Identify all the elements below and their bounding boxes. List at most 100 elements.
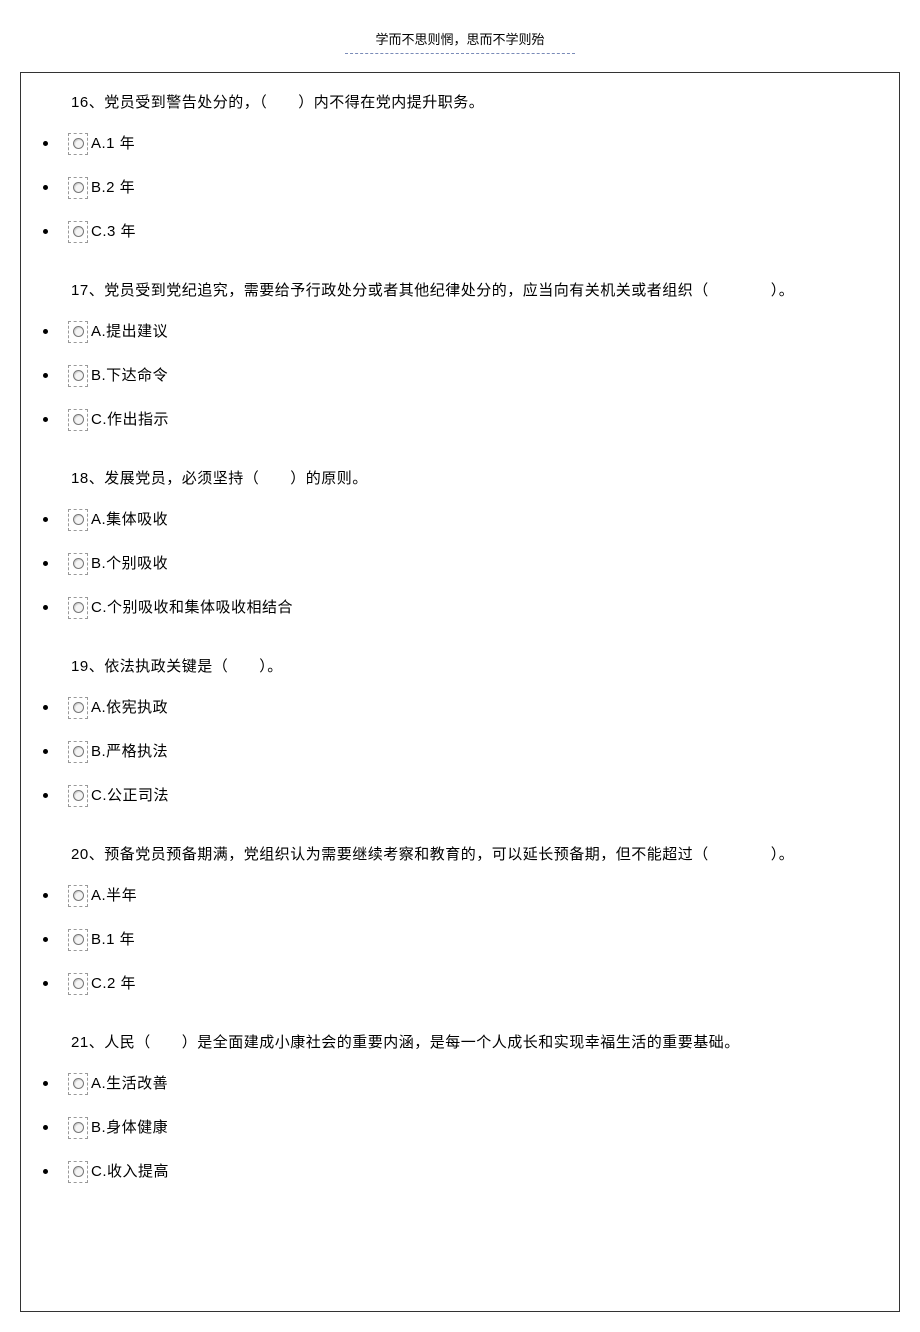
- question-17-option-c: C.作出指示: [21, 405, 899, 435]
- question-number: 19: [71, 658, 89, 675]
- radio-q19-b[interactable]: [68, 741, 88, 763]
- option-label: C.个别吸收和集体吸收相结合: [91, 596, 293, 620]
- radio-q18-c[interactable]: [68, 597, 88, 619]
- radio-q21-b[interactable]: [68, 1117, 88, 1139]
- question-18-option-c: C.个别吸收和集体吸收相结合: [21, 593, 899, 623]
- radio-q19-a[interactable]: [68, 697, 88, 719]
- question-21-text: 21、人民（ ）是全面建成小康社会的重要内涵，是每一个人成长和实现幸福生活的重要…: [21, 1013, 899, 1069]
- question-body: 人民（ ）是全面建成小康社会的重要内涵，是每一个人成长和实现幸福生活的重要基础。: [104, 1034, 740, 1051]
- option-label: C.2 年: [91, 972, 136, 996]
- separator: 、: [89, 282, 105, 299]
- radio-q19-c[interactable]: [68, 785, 88, 807]
- question-number: 20: [71, 846, 89, 863]
- bullet-icon: [43, 517, 48, 522]
- question-16-text: 16、党员受到警告处分的，（ ）内不得在党内提升职务。: [21, 73, 899, 129]
- radio-circle-icon: [73, 414, 84, 425]
- radio-circle-icon: [73, 1122, 84, 1133]
- option-label: B.严格执法: [91, 740, 168, 764]
- radio-circle-icon: [73, 702, 84, 713]
- bullet-icon: [43, 749, 48, 754]
- radio-q20-c[interactable]: [68, 973, 88, 995]
- bullet-icon: [43, 981, 48, 986]
- bullet-icon: [43, 329, 48, 334]
- radio-circle-icon: [73, 370, 84, 381]
- question-17-option-b: B.下达命令: [21, 361, 899, 391]
- radio-q16-c[interactable]: [68, 221, 88, 243]
- radio-circle-icon: [73, 1078, 84, 1089]
- radio-circle-icon: [73, 790, 84, 801]
- radio-q21-c[interactable]: [68, 1161, 88, 1183]
- radio-circle-icon: [73, 602, 84, 613]
- option-label: A.半年: [91, 884, 137, 908]
- option-label: A.1 年: [91, 132, 135, 156]
- option-label: A.提出建议: [91, 320, 168, 344]
- page-border: 16、党员受到警告处分的，（ ）内不得在党内提升职务。 A.1 年 B.2 年 …: [20, 72, 900, 1312]
- question-21-option-b: B.身体健康: [21, 1113, 899, 1143]
- radio-q16-b[interactable]: [68, 177, 88, 199]
- radio-q17-c[interactable]: [68, 409, 88, 431]
- radio-q17-b[interactable]: [68, 365, 88, 387]
- bullet-icon: [43, 185, 48, 190]
- question-16-option-b: B.2 年: [21, 173, 899, 203]
- radio-q18-b[interactable]: [68, 553, 88, 575]
- separator: 、: [89, 470, 105, 487]
- question-18-option-a: A.集体吸收: [21, 505, 899, 535]
- option-label: A.集体吸收: [91, 508, 168, 532]
- question-body: 党员受到党纪追究，需要给予行政处分或者其他纪律处分的，应当向有关机关或者组织（ …: [104, 282, 794, 299]
- question-body: 预备党员预备期满，党组织认为需要继续考察和教育的，可以延长预备期，但不能超过（ …: [104, 846, 794, 863]
- bullet-icon: [43, 605, 48, 610]
- radio-q17-a[interactable]: [68, 321, 88, 343]
- bullet-icon: [43, 1081, 48, 1086]
- question-18-text: 18、发展党员，必须坚持（ ）的原则。: [21, 449, 899, 505]
- question-19-option-a: A.依宪执政: [21, 693, 899, 723]
- option-label: A.依宪执政: [91, 696, 168, 720]
- question-body: 党员受到警告处分的，（ ）内不得在党内提升职务。: [104, 94, 484, 111]
- bullet-icon: [43, 793, 48, 798]
- bullet-icon: [43, 141, 48, 146]
- radio-circle-icon: [73, 138, 84, 149]
- separator: 、: [89, 658, 105, 675]
- question-19-text: 19、依法执政关键是（ ）。: [21, 637, 899, 693]
- separator: 、: [89, 846, 105, 863]
- radio-q20-a[interactable]: [68, 885, 88, 907]
- bullet-icon: [43, 1169, 48, 1174]
- question-number: 17: [71, 282, 89, 299]
- radio-q18-a[interactable]: [68, 509, 88, 531]
- radio-q21-a[interactable]: [68, 1073, 88, 1095]
- header-underline: [345, 53, 575, 54]
- question-20-option-a: A.半年: [21, 881, 899, 911]
- question-20-text: 20、预备党员预备期满，党组织认为需要继续考察和教育的，可以延长预备期，但不能超…: [21, 825, 899, 881]
- bullet-icon: [43, 417, 48, 422]
- question-21-option-c: C.收入提高: [21, 1157, 899, 1187]
- radio-circle-icon: [73, 558, 84, 569]
- question-19-option-c: C.公正司法: [21, 781, 899, 811]
- question-16-option-a: A.1 年: [21, 129, 899, 159]
- option-label: B.2 年: [91, 176, 135, 200]
- question-16-option-c: C.3 年: [21, 217, 899, 247]
- question-18-option-b: B.个别吸收: [21, 549, 899, 579]
- bullet-icon: [43, 893, 48, 898]
- radio-q16-a[interactable]: [68, 133, 88, 155]
- radio-circle-icon: [73, 934, 84, 945]
- option-label: C.公正司法: [91, 784, 169, 808]
- option-label: B.个别吸收: [91, 552, 168, 576]
- page-header-motto: 学而不思则惘，思而不学则殆: [0, 0, 920, 53]
- radio-circle-icon: [73, 326, 84, 337]
- radio-circle-icon: [73, 1166, 84, 1177]
- radio-circle-icon: [73, 978, 84, 989]
- option-label: B.身体健康: [91, 1116, 168, 1140]
- separator: 、: [89, 94, 105, 111]
- question-number: 16: [71, 94, 89, 111]
- question-20-option-b: B.1 年: [21, 925, 899, 955]
- bullet-icon: [43, 229, 48, 234]
- radio-circle-icon: [73, 182, 84, 193]
- radio-circle-icon: [73, 226, 84, 237]
- question-17-text: 17、党员受到党纪追究，需要给予行政处分或者其他纪律处分的，应当向有关机关或者组…: [21, 261, 899, 317]
- bullet-icon: [43, 373, 48, 378]
- bullet-icon: [43, 1125, 48, 1130]
- radio-q20-b[interactable]: [68, 929, 88, 951]
- question-19-option-b: B.严格执法: [21, 737, 899, 767]
- question-number: 18: [71, 470, 89, 487]
- separator: 、: [89, 1034, 105, 1051]
- bullet-icon: [43, 561, 48, 566]
